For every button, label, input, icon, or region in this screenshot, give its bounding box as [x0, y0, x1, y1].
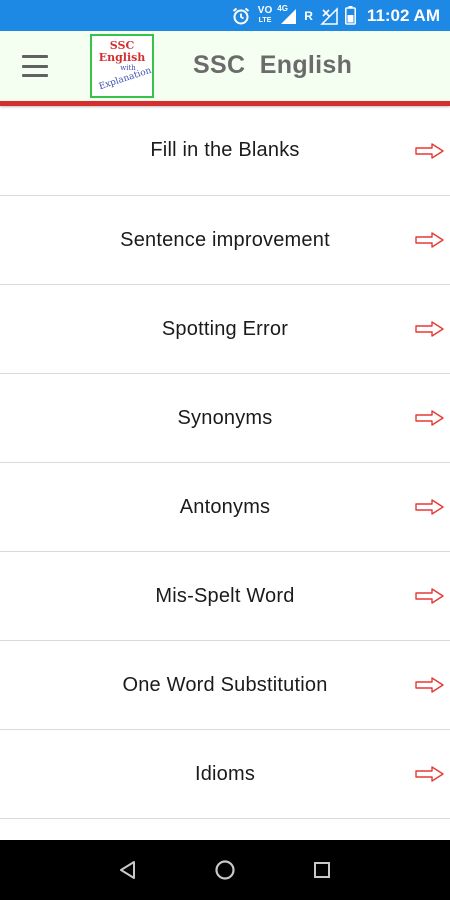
status-time: 11:02 AM — [366, 5, 440, 25]
right-arrow-icon — [414, 320, 446, 338]
app-bar: SSC English with Explanation SSC English — [0, 31, 450, 101]
list-item-label: Synonyms — [177, 406, 273, 429]
right-arrow-icon — [414, 587, 446, 605]
network-type: 4G — [277, 3, 288, 13]
list-item-label: Fill in the Blanks — [150, 139, 300, 161]
list-item-label: One Word Substitution — [122, 673, 328, 696]
right-arrow-icon — [414, 409, 446, 427]
list-item-label: Mis-Spelt Word — [155, 584, 295, 607]
recents-icon[interactable] — [302, 850, 342, 890]
list-item[interactable]: Fill in the Blanks — [0, 106, 450, 196]
list-item[interactable]: Sentence improvement — [0, 196, 450, 285]
home-icon[interactable] — [205, 850, 245, 890]
app-logo: SSC English with Explanation — [90, 34, 154, 98]
app-title: SSC English — [193, 51, 353, 79]
right-arrow-icon — [414, 498, 446, 516]
list-item[interactable]: Synonyms — [0, 374, 450, 463]
right-arrow-icon — [414, 676, 446, 694]
hamburger-menu-icon[interactable] — [22, 55, 48, 77]
status-bar: VO LTE 4G R 11:02 AM — [0, 0, 450, 31]
list-item[interactable]: Idioms — [0, 730, 450, 819]
list-item-label: Antonyms — [179, 495, 271, 518]
right-arrow-icon — [414, 142, 446, 160]
list-item[interactable]: Mis-Spelt Word — [0, 552, 450, 641]
list-item[interactable] — [0, 819, 450, 840]
back-icon[interactable] — [108, 850, 148, 890]
alarm-icon — [231, 6, 251, 26]
list-item[interactable]: Antonyms — [0, 463, 450, 552]
topic-list: Fill in the Blanks Sentence improvement … — [0, 106, 450, 840]
battery-icon — [344, 6, 356, 25]
navigation-bar — [0, 840, 450, 900]
right-arrow-icon — [414, 765, 446, 783]
volte-icon: VO LTE — [257, 4, 273, 24]
list-item-label: Sentence improvement — [120, 228, 330, 251]
list-item[interactable]: One Word Substitution — [0, 641, 450, 730]
list-item-label: Idioms — [194, 762, 256, 785]
roaming-indicator: R — [304, 8, 313, 23]
right-arrow-icon — [414, 231, 446, 249]
signal-no-data-icon — [320, 6, 338, 25]
list-item[interactable]: Spotting Error — [0, 285, 450, 374]
list-item-label: Spotting Error — [161, 317, 289, 340]
signal-icon: 4G — [277, 3, 297, 25]
